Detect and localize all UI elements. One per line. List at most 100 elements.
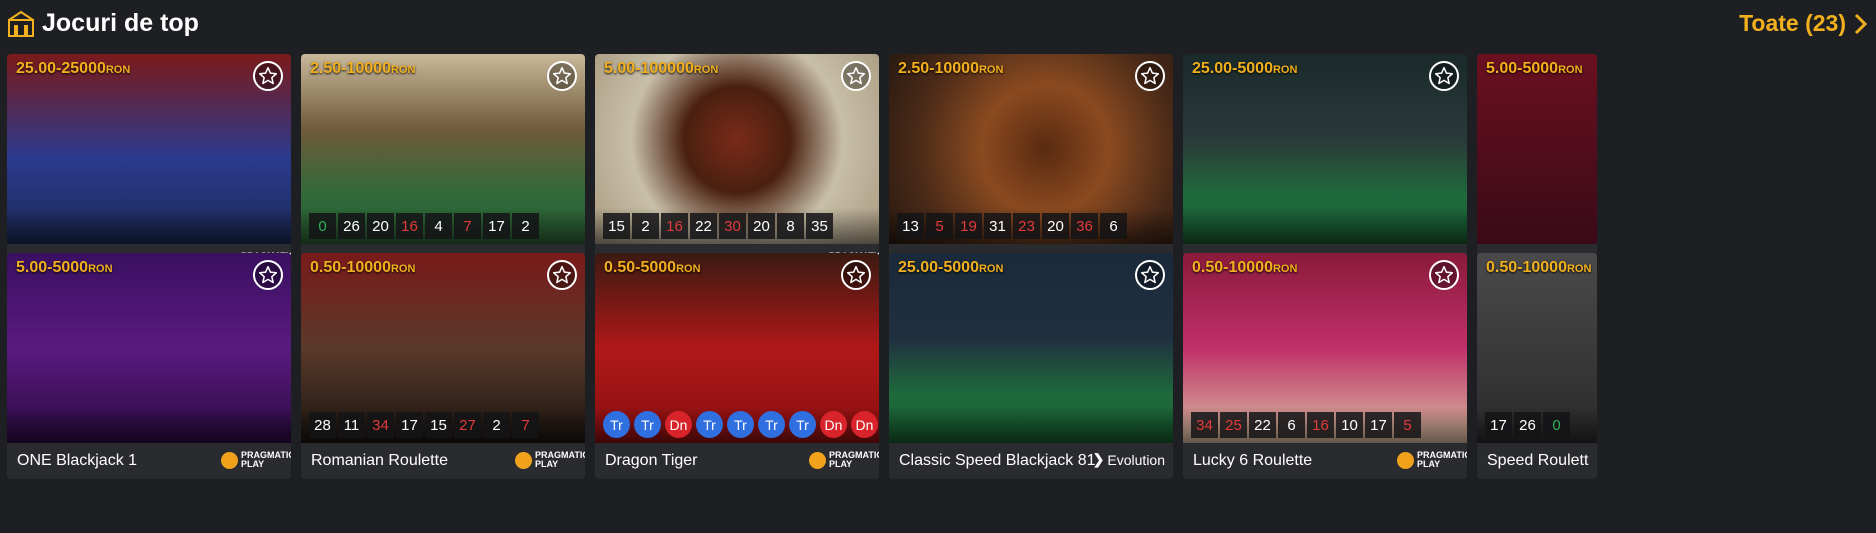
card-footer: ONE Blackjack 1 PRAGMATIC PLAY — [7, 443, 291, 479]
provider-name: PRAGMATIC PLAY — [241, 450, 291, 469]
provider-logo: PRAGMATIC PLAY — [809, 451, 879, 469]
result-item: 8 — [777, 213, 804, 239]
bet-limit: 5.00-100000RON — [604, 60, 718, 78]
currency-label: RON — [978, 64, 1004, 76]
favorite-button[interactable] — [253, 61, 283, 91]
bet-limit-range: 5.00-5000 — [16, 259, 89, 276]
favorite-button[interactable] — [547, 61, 577, 91]
bet-limit: 2.50-10000RON — [310, 60, 415, 78]
result-item: 5 — [926, 213, 953, 239]
stats-bar: 4 — [1183, 208, 1467, 244]
currency-label: RON — [105, 64, 131, 76]
card-footer: Lucky 6 Roulette PRAGMATIC PLAY — [1183, 443, 1467, 479]
game-name: Dragon Tiger — [605, 452, 698, 469]
bet-limit: 25.00-5000RON — [1192, 60, 1297, 78]
game-thumbnail[interactable]: 0.50-5000RON TrTrDnTrTrTrTrDnDn173 — [595, 253, 879, 443]
favorite-button[interactable] — [1135, 61, 1165, 91]
bet-limit: 0.50-10000RON — [1486, 259, 1591, 277]
provider-name: PRAGMATIC PLAY — [535, 450, 585, 469]
star-icon — [552, 66, 572, 85]
stats-bar: 2811341715272723 — [301, 407, 585, 443]
bet-limit: 5.00-5000RON — [16, 259, 113, 277]
favorite-button[interactable] — [841, 260, 871, 290]
favorite-button[interactable] — [253, 260, 283, 290]
favorite-button[interactable] — [547, 260, 577, 290]
game-thumbnail[interactable]: 0.50-10000RON2811341715272723 — [301, 253, 585, 443]
favorite-button[interactable] — [1429, 61, 1459, 91]
game-card[interactable]: 0.50-10000RON34252261610175342Lucky 6 Ro… — [1183, 253, 1467, 479]
result-item: 2 — [632, 213, 659, 239]
game-card[interactable]: 25.00-25000RON5Blackjack Romania 1PRAGMA… — [7, 54, 291, 280]
favorite-button[interactable] — [841, 61, 871, 91]
result-item: 6 — [1278, 412, 1305, 438]
game-thumbnail[interactable]: 0.50-10000RON34252261610175342 — [1183, 253, 1467, 443]
bet-limit: 25.00-25000RON — [16, 60, 130, 78]
game-thumbnail[interactable]: 2.50-10000RON 1351931232036616 — [889, 54, 1173, 244]
result-item: 0 — [309, 213, 336, 239]
currency-label: RON — [1558, 64, 1583, 76]
result-item: Dn — [665, 411, 692, 438]
game-card[interactable]: 0.50-10000RON2811341715272723Romanian Ro… — [301, 253, 585, 479]
game-card[interactable]: 25.00-5000RON4Classic Speed Blackjack 84… — [1183, 54, 1467, 280]
card-footer: Speed Roulett — [1477, 443, 1597, 479]
result-item: Tr — [789, 411, 816, 438]
game-name: ONE Blackjack 1 — [17, 452, 138, 469]
stats-bar: 17 26 0 — [1477, 407, 1597, 443]
star-icon — [258, 265, 278, 284]
result-item: 17 — [396, 412, 423, 438]
game-thumbnail[interactable]: 5.00-5000RON — [1477, 54, 1597, 244]
result-item: 36 — [1071, 213, 1098, 239]
star-icon — [258, 66, 278, 85]
currency-label: RON — [978, 263, 1004, 275]
star-icon — [552, 265, 572, 284]
game-card[interactable]: 0.50-5000RONTrTrDnTrTrTrTrDnDn173Dragon … — [595, 253, 879, 479]
game-card[interactable]: 5.00-5000RON 164 ONE Blackjack 1 PRAGMATIC … — [7, 253, 291, 479]
result-item: 16 — [661, 213, 688, 239]
result-item: Tr — [727, 411, 754, 438]
bet-limit-range: 0.50-10000 — [1192, 259, 1273, 276]
chevron-right-icon — [1854, 13, 1868, 34]
bet-limit-range: 2.50-10000 — [310, 60, 391, 77]
bet-limit-range: 25.00-25000 — [16, 60, 106, 77]
result-item: 35 — [806, 213, 833, 239]
result-item: 7 — [454, 213, 481, 239]
result-item: Tr — [603, 411, 630, 438]
star-icon — [1140, 265, 1160, 284]
result-item: 16 — [1307, 412, 1334, 438]
favorite-button[interactable] — [1135, 260, 1165, 290]
game-card[interactable]: 5.00-100000RON1521622302083510Auto Roule… — [595, 54, 879, 280]
result-item: 27 — [454, 412, 481, 438]
game-thumbnail[interactable]: 25.00-25000RON 5 — [7, 54, 291, 244]
game-card[interactable]: 2.50-10000RON0262016471725Bucharest Roul… — [301, 54, 585, 280]
result-item: 6 — [1100, 213, 1127, 239]
game-thumbnail[interactable]: 5.00-100000RON1521622302083510 — [595, 54, 879, 244]
game-card[interactable]: 5.00-5000RONONE Blackjack — [1477, 54, 1597, 280]
see-all-link[interactable]: Toate (23) — [1739, 10, 1868, 37]
result-item: 22 — [1249, 412, 1276, 438]
game-card[interactable]: 0.50-10000RON 17 26 0 Speed Roulett — [1477, 253, 1597, 479]
result-item: Tr — [634, 411, 661, 438]
game-thumbnail[interactable]: 0.50-10000RON 17 26 0 — [1477, 253, 1597, 443]
game-card[interactable]: 25.00-5000RON3Classic Speed Blackjack 81… — [889, 253, 1173, 479]
game-thumbnail[interactable]: 5.00-5000RON 164 — [7, 253, 291, 443]
currency-label: RON — [1272, 263, 1298, 275]
provider-name: Evolution — [1107, 451, 1165, 468]
provider-logo: ❯Evolution — [1093, 451, 1165, 468]
star-icon — [1140, 66, 1160, 85]
game-thumbnail[interactable]: 25.00-5000RON 4 — [1183, 54, 1467, 244]
star-icon — [1434, 265, 1454, 284]
game-name: Lucky 6 Roulette — [1193, 452, 1313, 469]
result-item: 15 — [603, 213, 630, 239]
currency-label: RON — [390, 263, 416, 275]
game-thumbnail[interactable]: 2.50-10000RON0262016471725 — [301, 54, 585, 244]
pragmatic-play-icon — [515, 451, 532, 469]
recent-results: Tr Tr Dn Tr Tr Tr Tr Dn Dn — [603, 411, 879, 438]
result-item: 20 — [1042, 213, 1069, 239]
game-thumbnail[interactable]: 25.00-5000RON 3 — [889, 253, 1173, 443]
result-item: 26 — [1514, 412, 1541, 438]
favorite-button[interactable] — [1429, 260, 1459, 290]
result-item: Dn — [820, 411, 847, 438]
game-card[interactable]: 2.50-10000RON1351931232036616Grand Casin… — [889, 54, 1173, 280]
result-item: 2 — [483, 412, 510, 438]
bet-limit-range: 5.00-5000 — [1486, 60, 1559, 77]
